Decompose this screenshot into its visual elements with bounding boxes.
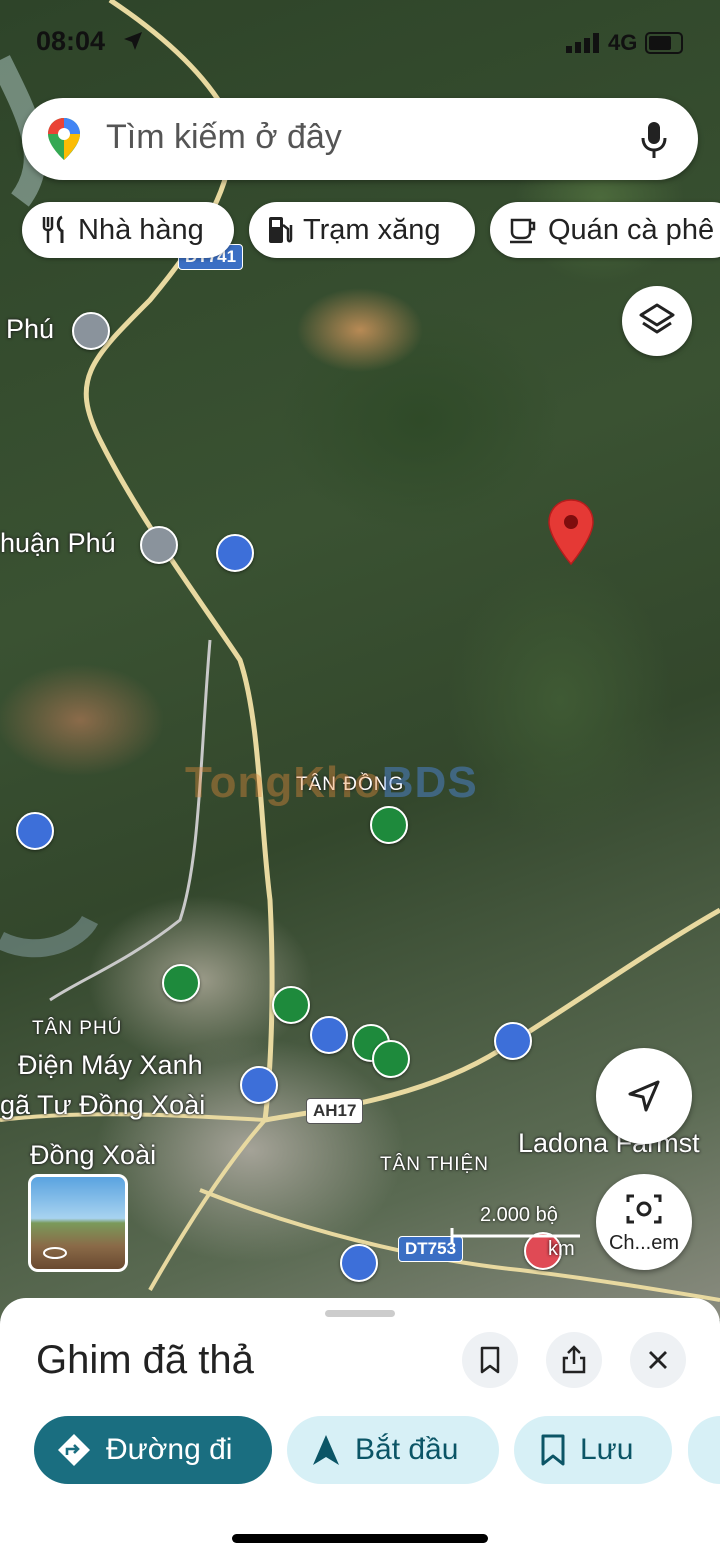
chip-gas-stations[interactable]: Trạm xăng: [249, 202, 475, 258]
place-poi-icon[interactable]: [140, 526, 178, 564]
green-flag-icon[interactable]: [162, 964, 200, 1002]
coffee-icon: [510, 218, 536, 244]
parking-flag-icon[interactable]: [216, 534, 254, 572]
status-time: 08:04: [36, 26, 106, 56]
place-label-tan-thien: TÂN THIỆN: [380, 1154, 489, 1175]
scale-label-feet: 2.000 bộ: [480, 1204, 558, 1226]
scale-label-km: km: [548, 1238, 575, 1260]
place-label-dien-may-xanh: Điện Máy Xanh: [18, 1050, 203, 1080]
chip-label: Nhà hàng: [78, 213, 204, 246]
navigation-icon: [313, 1435, 339, 1465]
place-label-nga-tu: gã Tư Đồng Xoài: [0, 1090, 206, 1120]
chip-coffee[interactable]: Quán cà phê: [490, 202, 720, 258]
bookmark-icon: [541, 1434, 565, 1466]
save-label: Lưu: [580, 1433, 634, 1466]
green-flag-icon[interactable]: [370, 806, 408, 844]
place-poi-icon[interactable]: [72, 312, 110, 350]
restaurant-icon: [42, 215, 64, 243]
place-label-dong-xoai: Đồng Xoài: [30, 1140, 157, 1170]
location-arrow-icon: [124, 32, 142, 50]
dropped-pin-icon[interactable]: [546, 498, 596, 568]
place-bottom-sheet: Ghim đã thả Đường đi Bắt đầu Lưu: [0, 1298, 720, 1558]
watermark: TongKhoBDS: [185, 758, 478, 807]
camera-search-button[interactable]: Ch...em: [596, 1174, 692, 1270]
layers-icon: [639, 303, 675, 334]
network-type: 4G: [608, 30, 638, 55]
start-label: Bắt đầu: [355, 1433, 459, 1466]
camera-search-label: Ch...em: [608, 1232, 680, 1254]
start-button[interactable]: Bắt đầu: [287, 1416, 499, 1484]
chip-label: Trạm xăng: [303, 213, 441, 246]
360-icon: [43, 1247, 67, 1259]
directions-icon: [58, 1434, 90, 1466]
microphone-icon[interactable]: [640, 120, 668, 160]
road-shield-ah17: AH17: [306, 1098, 364, 1124]
map-view[interactable]: DT741 AH17 DT753 Phú huận Phú TÂN ĐỒNG T…: [0, 0, 720, 1320]
shopping-icon[interactable]: [494, 1022, 532, 1060]
home-indicator[interactable]: [232, 1534, 488, 1543]
navigation-arrow-icon: [628, 1080, 660, 1112]
directions-button[interactable]: Đường đi: [34, 1416, 272, 1484]
close-button[interactable]: [630, 1332, 686, 1388]
search-bar[interactable]: Tìm kiếm ở đây: [22, 98, 698, 180]
place-label-thuan-phu: huận Phú: [0, 528, 116, 558]
bookmark-button[interactable]: [462, 1332, 518, 1388]
bookmark-icon: [480, 1346, 500, 1374]
search-input[interactable]: Tìm kiếm ở đây: [106, 118, 342, 157]
share-button[interactable]: [546, 1332, 602, 1388]
lock-icon[interactable]: [240, 1066, 278, 1104]
save-button[interactable]: Lưu: [514, 1416, 672, 1484]
gas-station-icon: [269, 217, 293, 243]
chip-restaurants[interactable]: Nhà hàng: [22, 202, 234, 258]
maps-logo-icon: [48, 118, 80, 160]
directions-label: Đường đi: [106, 1433, 233, 1466]
parking-flag-icon[interactable]: [340, 1244, 378, 1282]
green-flag-icon[interactable]: [272, 986, 310, 1024]
place-label-tan-phu: TÂN PHÚ: [32, 1018, 123, 1039]
green-flag-icon[interactable]: [372, 1040, 410, 1078]
status-bar: 08:04 4G: [0, 0, 720, 88]
chip-label: Quán cà phê: [548, 213, 715, 246]
more-actions-button[interactable]: [688, 1416, 720, 1484]
camera-lens-icon: [626, 1194, 662, 1224]
street-view-thumbnail[interactable]: [28, 1174, 128, 1272]
layers-button[interactable]: [622, 286, 692, 356]
signal-icon: [566, 33, 599, 53]
share-icon: [562, 1345, 586, 1374]
battery-icon: [645, 32, 683, 54]
sheet-grabber[interactable]: [325, 1310, 395, 1317]
place-label-phu: Phú: [6, 314, 55, 344]
close-icon: [649, 1351, 667, 1369]
parking-flag-icon[interactable]: [310, 1016, 348, 1054]
my-location-button[interactable]: [596, 1048, 692, 1144]
sheet-title: Ghim đã thả: [36, 1338, 254, 1382]
parking-flag-icon[interactable]: [16, 812, 54, 850]
